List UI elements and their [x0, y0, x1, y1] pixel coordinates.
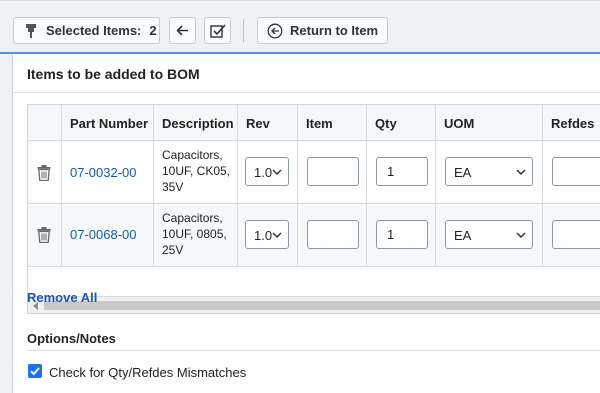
check-icon — [30, 367, 40, 376]
item-cell — [298, 141, 367, 204]
description-text: Capacitors, 10UF, 0805, 25V — [162, 211, 227, 257]
mismatch-checkbox[interactable] — [28, 364, 42, 378]
header-uom[interactable]: UOM — [436, 105, 543, 141]
rev-cell: 1.0 — [238, 204, 298, 267]
table-row — [28, 204, 62, 267]
uom-select[interactable]: EA — [445, 157, 533, 186]
item-cell — [298, 204, 367, 267]
rev-select[interactable]: 1.0 — [245, 157, 289, 186]
options-divider — [27, 350, 600, 351]
chevron-down-icon — [272, 232, 282, 239]
uom-cell: EA — [436, 141, 543, 204]
header-description[interactable]: Description — [154, 105, 238, 141]
chevron-down-icon — [272, 169, 282, 176]
bom-panel: Items to be added to BOM Part Number Des… — [12, 54, 600, 393]
top-border — [0, 0, 600, 1]
part-number-cell: 07-0068-00 — [62, 204, 154, 267]
refdes-cell — [543, 204, 600, 267]
description-cell: Capacitors, 10UF, 0805, 25V — [154, 204, 238, 267]
part-number-cell: 07-0032-00 — [62, 141, 154, 204]
select-all-button[interactable] — [204, 17, 231, 44]
header-refdes[interactable]: Refdes — [543, 105, 600, 141]
refdes-input[interactable] — [552, 220, 600, 249]
refdes-cell — [543, 141, 600, 204]
refdes-input[interactable] — [552, 157, 600, 186]
pin-icon — [26, 23, 36, 38]
items-grid: Part Number Description Rev Item Qty UOM… — [27, 104, 600, 314]
uom-select[interactable]: EA — [445, 220, 533, 249]
scrollbar-thumb[interactable] — [44, 301, 600, 310]
rev-cell: 1.0 — [238, 141, 298, 204]
item-input[interactable] — [307, 157, 359, 186]
selected-items-label: Selected Items: — [46, 23, 142, 38]
qty-input[interactable]: 1 — [376, 157, 428, 186]
remove-all-link[interactable]: Remove All — [27, 290, 97, 305]
rev-select[interactable]: 1.0 — [245, 220, 289, 249]
return-to-item-label: Return to Item — [290, 23, 379, 38]
selected-items-count: 2 — [149, 23, 157, 38]
trash-icon[interactable] — [37, 165, 51, 181]
qty-cell: 1 — [367, 204, 436, 267]
description-cell: Capacitors, 10UF, CK05, 35V — [154, 141, 238, 204]
back-button[interactable] — [169, 17, 196, 44]
table-row — [28, 141, 62, 204]
part-number-link[interactable]: 07-0032-00 — [70, 165, 137, 180]
qty-input[interactable]: 1 — [376, 220, 428, 249]
header-qty[interactable]: Qty — [367, 105, 436, 141]
selected-items-button[interactable]: Selected Items: 2 — [13, 17, 160, 44]
options-title: Options/Notes — [27, 331, 116, 346]
description-text: Capacitors, 10UF, CK05, 35V — [162, 148, 231, 194]
return-to-item-button[interactable]: Return to Item — [257, 17, 388, 44]
item-input[interactable] — [307, 220, 359, 249]
circle-arrow-left-icon — [267, 23, 283, 38]
trash-icon[interactable] — [37, 227, 51, 243]
chevron-down-icon — [516, 169, 526, 176]
header-rev[interactable]: Rev — [238, 105, 298, 141]
toolbar-divider — [243, 19, 244, 42]
panel-title: Items to be added to BOM — [27, 66, 200, 82]
part-number-link[interactable]: 07-0068-00 — [70, 227, 137, 242]
checklist-icon — [209, 23, 226, 38]
uom-cell: EA — [436, 204, 543, 267]
header-action-col — [28, 105, 62, 141]
header-item[interactable]: Item — [298, 105, 367, 141]
mismatch-checkbox-label[interactable]: Check for Qty/Refdes Mismatches — [49, 365, 246, 380]
chevron-down-icon — [516, 232, 526, 239]
back-arrow-icon — [176, 25, 188, 36]
header-part-number[interactable]: Part Number — [62, 105, 154, 141]
horizontal-scrollbar[interactable] — [28, 296, 600, 313]
toolbar: Selected Items: 2 Return to Item — [0, 0, 600, 54]
panel-title-divider — [13, 92, 600, 93]
qty-cell: 1 — [367, 141, 436, 204]
grid-empty-area — [28, 267, 600, 296]
